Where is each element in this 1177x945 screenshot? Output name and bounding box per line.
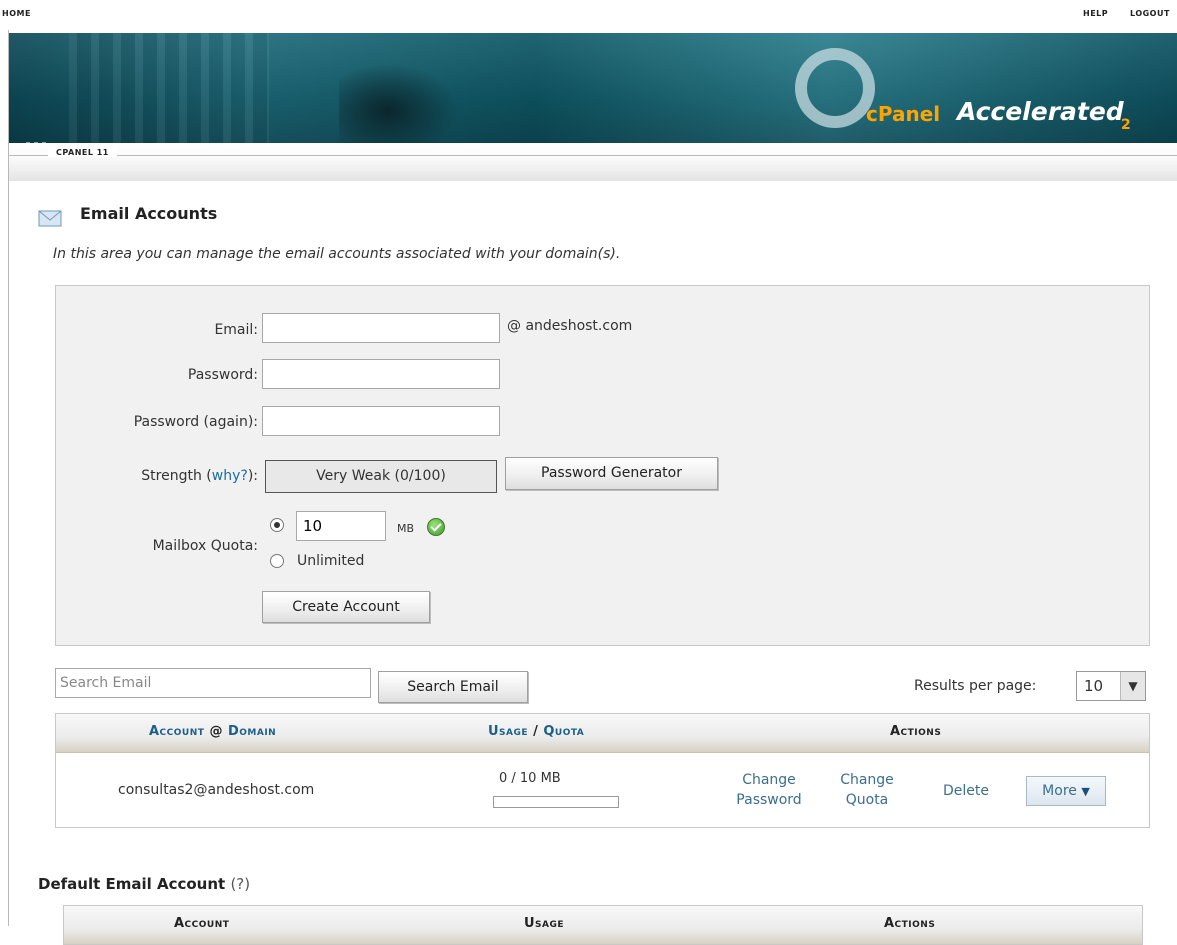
results-per-page-select[interactable]: 10 ▼ (1076, 671, 1146, 701)
strength-label: Strength (why?): (141, 468, 258, 484)
header-actions: Actions (890, 724, 942, 739)
header-account-domain[interactable]: Account @ Domain (149, 724, 276, 739)
password-again-label: Password (again): (133, 414, 258, 430)
cpanel-logo-icon (795, 48, 875, 128)
quota-input[interactable] (296, 511, 386, 541)
header-banner (9, 33, 1177, 143)
nav-logout-link[interactable]: LOGOUT (1130, 9, 1170, 18)
chevron-down-icon: ▼ (1120, 672, 1145, 700)
brand-version: 2 (1121, 117, 1131, 133)
default-header-account: Account (174, 916, 230, 931)
breadcrumb-bar (9, 143, 1177, 181)
brand-tagline: Accelerated (957, 97, 1124, 126)
search-input[interactable] (55, 668, 371, 698)
default-account-title: Default Email Account (?) (38, 875, 251, 893)
domain-suffix: @ andeshost.com (507, 318, 633, 334)
header-usage-quota[interactable]: Usage / Quota (488, 724, 584, 739)
usage-progress-bar (493, 796, 619, 808)
quota-limited-radio[interactable] (270, 518, 284, 532)
banner-dots-decoration (24, 133, 48, 143)
more-button[interactable]: More ▼ (1026, 776, 1106, 806)
password-again-field[interactable] (262, 406, 500, 436)
nav-home-link[interactable]: HOME (2, 9, 31, 18)
email-field[interactable] (262, 313, 500, 343)
strength-why-link[interactable]: why? (212, 468, 248, 484)
results-per-page-label: Results per page: (914, 678, 1037, 694)
breadcrumb-divider (9, 155, 1177, 156)
change-quota-link[interactable]: Change Quota (832, 770, 902, 810)
password-field[interactable] (262, 359, 500, 389)
brand-name: cPanel (866, 102, 941, 126)
page-title: Email Accounts (80, 204, 218, 223)
create-account-button[interactable]: Create Account (262, 591, 430, 623)
search-button[interactable]: Search Email (378, 671, 528, 703)
password-label: Password: (187, 367, 258, 383)
default-account-table: Account Usage Actions (63, 905, 1143, 945)
default-header-actions: Actions (884, 916, 936, 931)
page-description: In this area you can manage the email ac… (53, 246, 621, 262)
quota-unlimited-label: Unlimited (297, 553, 365, 569)
default-account-help-link[interactable]: (?) (230, 875, 250, 893)
envelope-icon (38, 210, 62, 227)
table-row-account: consultas2@andeshost.com (118, 782, 315, 798)
breadcrumb[interactable]: CPANEL 11 (48, 148, 117, 157)
password-generator-button[interactable]: Password Generator (505, 457, 718, 490)
delete-link[interactable]: Delete (936, 781, 996, 801)
change-password-link[interactable]: Change Password (724, 770, 814, 810)
password-strength-meter: Very Weak (0/100) (265, 460, 497, 493)
default-header-usage: Usage (524, 916, 565, 931)
email-label: Email: (214, 322, 258, 338)
mailbox-quota-label: Mailbox Quota: (152, 538, 258, 554)
caret-down-icon: ▼ (1081, 785, 1090, 798)
table-header: Account @ Domain Usage / Quota Actions (56, 714, 1149, 753)
accounts-table: Account @ Domain Usage / Quota Actions c… (55, 713, 1150, 828)
check-icon (427, 518, 445, 536)
nav-help-link[interactable]: HELP (1083, 9, 1108, 18)
quota-unlimited-radio[interactable] (270, 554, 284, 568)
top-nav: HOME HELP LOGOUT (0, 0, 1177, 30)
quota-unit: MB (397, 522, 415, 535)
table-row-usage: 0 / 10 MB (499, 771, 561, 786)
